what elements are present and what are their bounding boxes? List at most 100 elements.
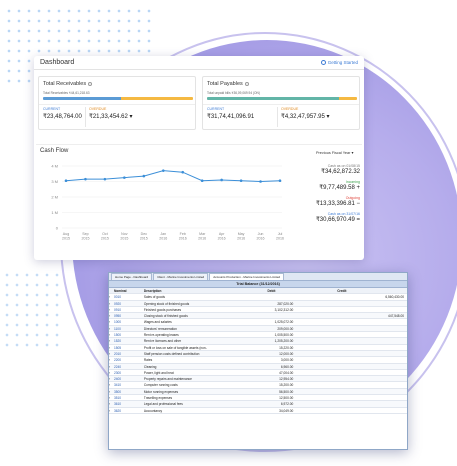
row-description: Closing stock of finished goods — [143, 314, 188, 319]
row-description: Cleaning — [143, 364, 157, 369]
row-credit: 6,560,430.00 — [385, 295, 404, 300]
data-point[interactable] — [64, 179, 68, 183]
tab-client[interactable]: Client - Marine Investments Limited — [153, 273, 209, 280]
x-tick-label: 2016 — [276, 237, 284, 241]
row-description: Computer running costs — [143, 383, 178, 388]
trial-balance-title: Trial Balance (31/12/2016) — [109, 281, 407, 288]
row-description: Power, light and heat — [143, 370, 174, 375]
y-tick-label: 2 M — [51, 195, 58, 200]
cash-end-value: ₹30,66,970.49 = — [315, 217, 360, 223]
payables-current-label: CURRENT — [207, 107, 225, 111]
x-tick-label: May — [238, 232, 245, 236]
row-nominal-link[interactable]: 2200 — [114, 357, 144, 362]
row-debit: 287,020.00 — [277, 301, 294, 306]
x-tick-label: 2016 — [218, 237, 226, 241]
row-description: Rent re licences and other — [143, 339, 182, 344]
row-nominal-link[interactable]: 0910 — [114, 307, 144, 312]
row-nominal-link[interactable]: 1505 — [114, 345, 144, 350]
data-point[interactable] — [103, 177, 107, 181]
data-point[interactable] — [84, 177, 87, 181]
row-nominal-link[interactable]: 2010 — [114, 351, 144, 356]
data-point[interactable] — [161, 169, 165, 172]
row-nominal-link[interactable]: 2400 — [114, 376, 144, 381]
period-dropdown[interactable]: Previous Fiscal Year ▾ — [316, 150, 353, 155]
data-point[interactable] — [181, 170, 185, 174]
trial-balance-window: Home Page - Dashboard Client - Marine In… — [108, 272, 408, 450]
row-description: Profit or loss on sale of tangible asset… — [143, 345, 207, 350]
receivables-overdue-fill — [121, 97, 193, 100]
row-description: Finished goods purchases — [143, 307, 182, 312]
column-description[interactable]: Description — [144, 288, 264, 293]
divider — [36, 144, 362, 145]
row-debit: 1,005,500.00 — [274, 333, 294, 338]
y-tick-label: 3 M — [51, 179, 58, 184]
row-nominal-link[interactable]: 3500 — [114, 389, 144, 394]
row-nominal-link[interactable]: 0950 — [114, 313, 144, 318]
row-debit: 15,220.00 — [279, 345, 294, 350]
row-nominal-link[interactable]: 1100 — [114, 326, 144, 331]
x-tick-label: Oct — [102, 232, 108, 236]
plus-icon: + — [356, 185, 360, 191]
x-tick-label: 2016 — [179, 237, 187, 241]
divider — [39, 104, 195, 105]
row-debit: 1,205,200.00 — [274, 339, 294, 344]
x-tick-label: 2016 — [159, 237, 167, 241]
row-nominal-link[interactable]: 1520 — [114, 338, 144, 343]
data-point[interactable] — [142, 174, 146, 178]
tab-dashboard[interactable]: Home Page - Dashboard — [111, 273, 153, 280]
payables-title: Total Payables — [207, 81, 249, 87]
row-debit: 47,004.00 — [279, 370, 294, 375]
table-row[interactable]: › 3620 Accountancy 34,049.00 — [109, 408, 407, 414]
data-point[interactable] — [200, 179, 204, 183]
row-debit — [263, 294, 333, 299]
x-tick-label: Apr — [219, 232, 225, 236]
tab-accounts-production[interactable]: Accounts Production - Marine Investments… — [209, 273, 285, 280]
x-tick-label: 2015 — [140, 237, 148, 241]
payables-overdue-value[interactable]: ₹4,32,47,957.95 ▾ — [281, 113, 330, 120]
window-tabs: Home Page - Dashboard Client - Marine In… — [109, 273, 407, 281]
payables-card[interactable]: Total Payables Total unpaid bills ₹36,09… — [202, 76, 360, 130]
row-nominal-link[interactable]: 3610 — [114, 401, 144, 406]
dashboard-window: Dashboard Getting Started Total Receivab… — [34, 56, 364, 260]
row-nominal-link[interactable]: 3510 — [114, 395, 144, 400]
row-nominal-link[interactable]: 3620 — [114, 408, 144, 413]
data-point[interactable] — [220, 178, 223, 182]
x-tick-label: Jun — [258, 232, 264, 236]
row-credit — [333, 307, 407, 312]
table-body: › 0010 Sales of goods 6,560,430.00 › 0920 Open… — [109, 294, 407, 414]
receivables-overdue-value[interactable]: ₹21,33,454.62 ▾ — [89, 113, 133, 120]
receivables-current-value: ₹23,48,764.00 — [43, 114, 82, 120]
row-nominal-link[interactable]: 0010 — [114, 294, 144, 299]
row-nominal-link[interactable]: 2240 — [114, 364, 144, 369]
row-debit — [263, 313, 333, 318]
column-credit[interactable]: Credit — [333, 288, 407, 293]
getting-started-link[interactable]: Getting Started — [320, 60, 358, 65]
row-credit — [333, 301, 407, 306]
receivables-card[interactable]: Total Receivables Total Receivables ₹44,… — [38, 76, 196, 130]
row-debit: 15,200.00 — [279, 383, 294, 388]
x-tick-label: Jul — [278, 232, 283, 236]
payables-progress-bar — [207, 97, 357, 100]
row-nominal-link[interactable]: 1500 — [114, 332, 144, 337]
row-debit: 34,049.00 — [279, 408, 294, 413]
row-debit: 3,102,312.00 — [274, 307, 294, 312]
row-nominal-link[interactable]: 2300 — [114, 370, 144, 375]
row-nominal-link[interactable]: 1000 — [114, 319, 144, 324]
row-nominal-link[interactable]: 3410 — [114, 382, 144, 387]
column-debit[interactable]: Debit — [263, 288, 333, 293]
row-nominal-link[interactable]: 0920 — [114, 301, 144, 306]
data-point[interactable] — [259, 180, 262, 183]
payables-overdue-label: OVERDUE — [281, 107, 299, 111]
outgoing-value: ₹13,33,396.81 − — [315, 201, 360, 207]
receivables-current-fill — [43, 97, 121, 100]
divider — [277, 107, 278, 127]
data-point[interactable] — [278, 179, 282, 183]
column-nominal[interactable]: Nominal — [114, 288, 144, 293]
row-description: Wages and salaries — [143, 320, 172, 325]
data-point[interactable] — [239, 179, 243, 183]
row-description: Opening stock of finished goods — [143, 301, 190, 306]
row-description: Directors' remuneration — [143, 326, 177, 331]
y-tick-label: 0 — [56, 226, 59, 231]
info-icon — [88, 81, 93, 86]
data-point[interactable] — [123, 176, 126, 179]
